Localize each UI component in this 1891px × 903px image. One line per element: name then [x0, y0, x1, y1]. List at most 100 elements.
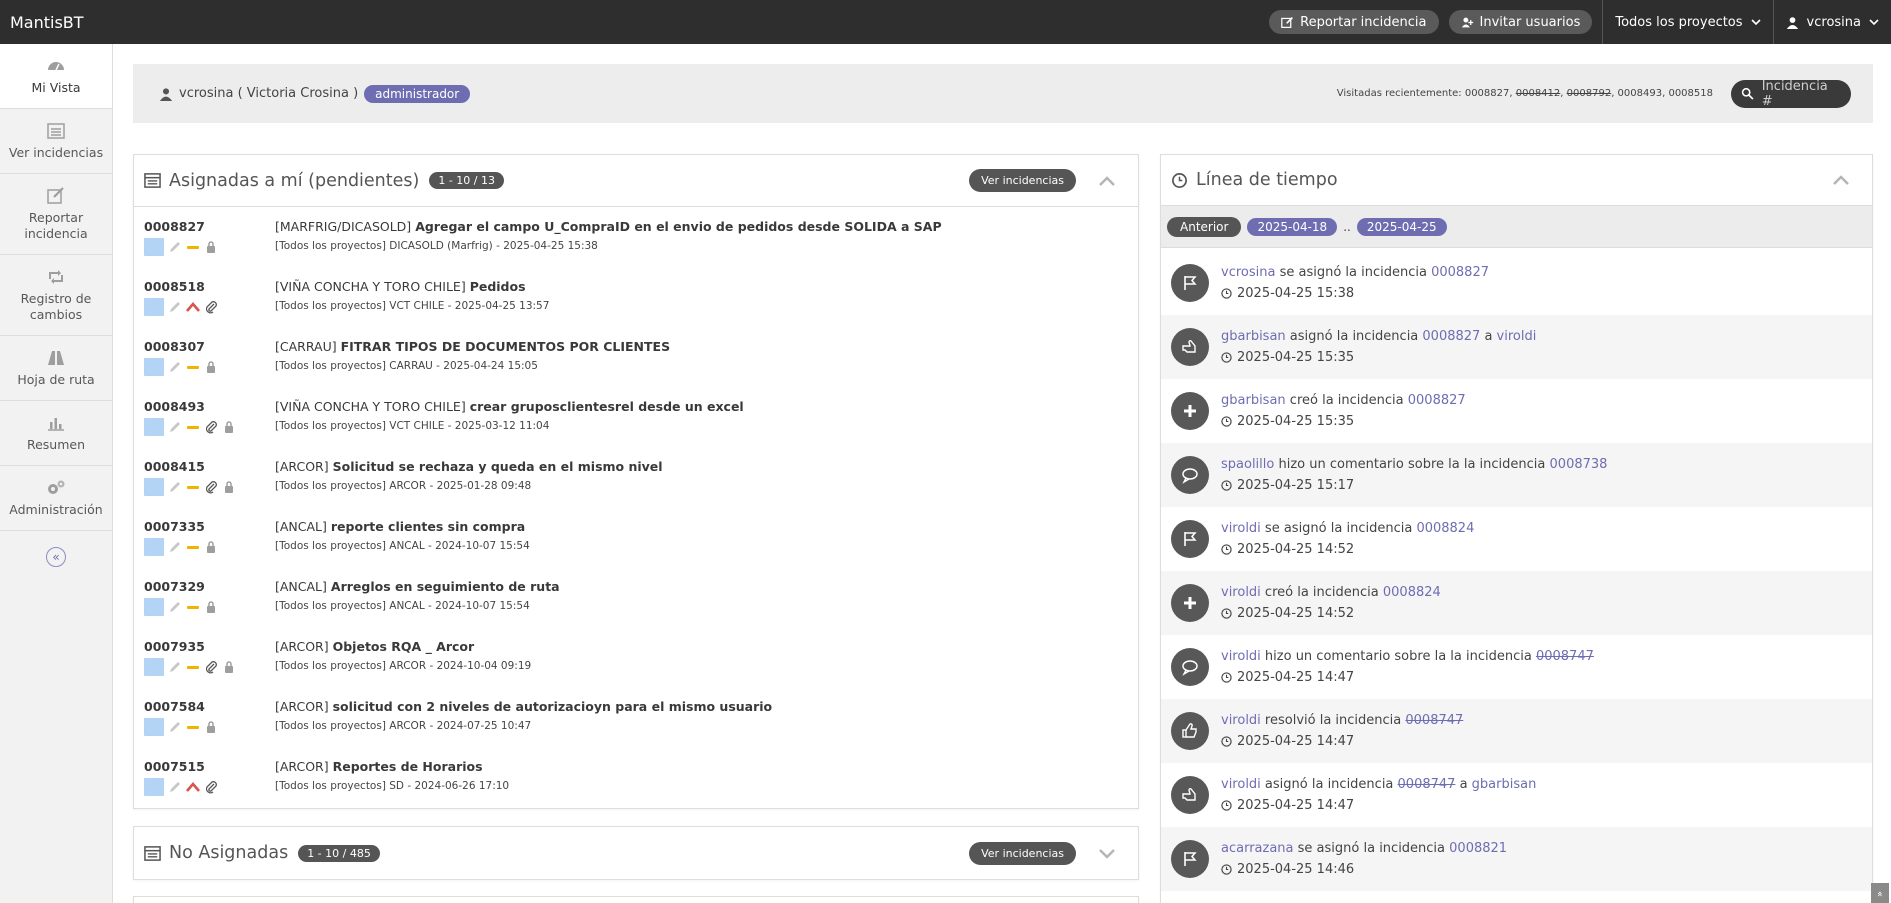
- issue-id-link[interactable]: 0007935: [144, 639, 275, 654]
- comment-icon: [1171, 456, 1209, 494]
- timeline-link[interactable]: acarrazana: [1221, 841, 1294, 856]
- pencil-icon[interactable]: [168, 720, 182, 734]
- timeline-link[interactable]: 0008827: [1408, 393, 1466, 408]
- brand-logo[interactable]: MantisBT: [0, 13, 300, 32]
- pencil-icon[interactable]: [168, 600, 182, 614]
- sidebar-item-admin[interactable]: Administración: [0, 466, 112, 531]
- pencil-icon[interactable]: [168, 540, 182, 554]
- previous-button[interactable]: Anterior: [1167, 216, 1242, 237]
- view-issues-button[interactable]: Ver incidencias: [969, 169, 1076, 192]
- timeline-link[interactable]: 0008747: [1536, 649, 1594, 664]
- issue-summary-link[interactable]: crear gruposclientesrel desde un excel: [470, 399, 744, 414]
- timeline-link[interactable]: viroldi: [1221, 777, 1261, 792]
- sidebar-item-roadmap[interactable]: Hoja de ruta: [0, 336, 112, 401]
- report-issue-button[interactable]: Reportar incidencia: [1269, 10, 1439, 34]
- pencil-icon[interactable]: [168, 420, 182, 434]
- issue-id-link[interactable]: 0007329: [144, 579, 275, 594]
- status-color-swatch: [144, 358, 164, 376]
- issue-id-link[interactable]: 0008493: [144, 399, 275, 414]
- timeline-link[interactable]: gbarbisan: [1221, 393, 1286, 408]
- list-icon: [144, 845, 161, 861]
- timeline-time: 2025-04-25 14:46: [1221, 862, 1507, 877]
- issue-summary-link[interactable]: FITRAR TIPOS DE DOCUMENTOS POR CLIENTES: [341, 339, 670, 354]
- project-dropdown[interactable]: Todos los proyectos: [1602, 0, 1772, 44]
- timeline-link[interactable]: 0008738: [1550, 457, 1608, 472]
- timeline-link[interactable]: 0008747: [1405, 713, 1463, 728]
- widget-header: Línea de tiempo: [1161, 155, 1872, 206]
- recent-issue-link[interactable]: 0008412: [1516, 88, 1561, 99]
- issue-summary-link[interactable]: Agregar el campo U_CompraID en el envio …: [415, 219, 941, 234]
- timeline-link[interactable]: 0008827: [1422, 329, 1480, 344]
- date-from-badge[interactable]: 2025-04-18: [1247, 217, 1338, 236]
- issue-summary-link[interactable]: Objetos RQA _ Arcor: [333, 639, 475, 654]
- issue-summary-link[interactable]: Pedidos: [470, 279, 526, 294]
- timeline-link[interactable]: gbarbisan: [1221, 329, 1286, 344]
- issue-details: [ARCOR] Reportes de Horarios [Todos los p…: [275, 759, 509, 809]
- pencil-icon[interactable]: [168, 240, 182, 254]
- widget-header: Asignadas a mí (pendientes) 1 - 10 / 13 …: [134, 155, 1138, 207]
- sidebar-item-changelog[interactable]: Registro de cambios: [0, 255, 112, 336]
- thumbs-up-icon: [1171, 712, 1209, 750]
- timeline-link[interactable]: viroldi: [1497, 329, 1537, 344]
- sidebar-item-my-view[interactable]: Mi Vista: [0, 44, 112, 109]
- recent-issue-link[interactable]: 0008827: [1465, 88, 1510, 99]
- collapse-sidebar-icon[interactable]: «: [46, 547, 66, 567]
- recent-issue-link[interactable]: 0008493: [1618, 88, 1663, 99]
- scroll-to-top-button[interactable]: «: [1871, 883, 1889, 903]
- issue-id-link[interactable]: 0007515: [144, 759, 275, 774]
- recent-issue-link[interactable]: 0008518: [1668, 88, 1713, 99]
- timeline-timestamp: 2025-04-25 14:52: [1237, 606, 1355, 621]
- timeline-link[interactable]: gbarbisan: [1472, 777, 1537, 792]
- issue-summary-link[interactable]: Arreglos en seguimiento de ruta: [331, 579, 560, 594]
- pencil-icon[interactable]: [168, 780, 182, 794]
- timeline-body: viroldi hizo un comentario sobre la la i…: [1221, 649, 1594, 685]
- issue-summary-link[interactable]: Reportes de Horarios: [333, 759, 483, 774]
- clock-icon: [1221, 480, 1232, 491]
- timeline-timestamp: 2025-04-25 15:17: [1237, 478, 1355, 493]
- report-issue-label: Reportar incidencia: [1300, 14, 1427, 30]
- issue-id-link[interactable]: 0007335: [144, 519, 275, 534]
- issue-id-link[interactable]: 0008827: [144, 219, 275, 234]
- timeline-link[interactable]: 0008827: [1431, 265, 1489, 280]
- issue-id-link[interactable]: 0008307: [144, 339, 275, 354]
- chevron-up-icon[interactable]: [1098, 172, 1116, 190]
- sidebar-item-view-issues[interactable]: Ver incidencias: [0, 109, 112, 174]
- invite-users-button[interactable]: Invitar usuarios: [1448, 10, 1593, 34]
- clock-icon: [1221, 608, 1232, 619]
- timeline-link[interactable]: 0008824: [1416, 521, 1474, 536]
- issue-summary-link[interactable]: Solicitud se rechaza y queda en el mismo…: [333, 459, 663, 474]
- user-icon: [159, 87, 173, 101]
- issue-summary-link[interactable]: solicitud con 2 niveles de autorizacioyn…: [333, 699, 773, 714]
- timeline-link[interactable]: spaolillo: [1221, 457, 1274, 472]
- pencil-icon[interactable]: [168, 300, 182, 314]
- date-to-badge[interactable]: 2025-04-25: [1356, 217, 1447, 236]
- timeline-link[interactable]: viroldi: [1221, 713, 1261, 728]
- view-issues-button[interactable]: Ver incidencias: [969, 841, 1076, 865]
- chevron-up-icon[interactable]: [1832, 171, 1850, 189]
- user-dropdown[interactable]: vcrosina: [1772, 0, 1891, 44]
- issue-id-link[interactable]: 0007584: [144, 699, 275, 714]
- recent-issue-link[interactable]: 0008792: [1567, 88, 1612, 99]
- timeline-link[interactable]: viroldi: [1221, 521, 1261, 536]
- timeline-link[interactable]: 0008747: [1398, 777, 1456, 792]
- issue-summary-link[interactable]: reporte clientes sin compra: [331, 519, 525, 534]
- user-name[interactable]: vcrosina ( Victoria Crosina ): [179, 86, 358, 101]
- chevron-down-icon[interactable]: [1098, 844, 1116, 862]
- timeline-text: a: [1480, 329, 1497, 344]
- timeline-link[interactable]: viroldi: [1221, 585, 1261, 600]
- timeline-link[interactable]: 0008821: [1449, 841, 1507, 856]
- sidebar-item-report-issue[interactable]: Reportar incidencia: [0, 174, 112, 255]
- sidebar-item-label: Hoja de ruta: [17, 372, 95, 388]
- timeline-link[interactable]: viroldi: [1221, 649, 1261, 664]
- pencil-icon[interactable]: [168, 360, 182, 374]
- pencil-icon[interactable]: [168, 660, 182, 674]
- issue-icons: [144, 538, 275, 556]
- issue-id-link[interactable]: 0008518: [144, 279, 275, 294]
- sidebar-item-summary[interactable]: Resumen: [0, 401, 112, 466]
- issue-id-link[interactable]: 0008415: [144, 459, 275, 474]
- timeline-link[interactable]: 0008824: [1383, 585, 1441, 600]
- issue-row: 0008493 [VIÑA CONCHA Y TORO CHILE] crear …: [134, 389, 1138, 449]
- pencil-icon[interactable]: [168, 480, 182, 494]
- timeline-link[interactable]: vcrosina: [1221, 265, 1275, 280]
- issue-search-input[interactable]: Incidencia #: [1731, 79, 1851, 109]
